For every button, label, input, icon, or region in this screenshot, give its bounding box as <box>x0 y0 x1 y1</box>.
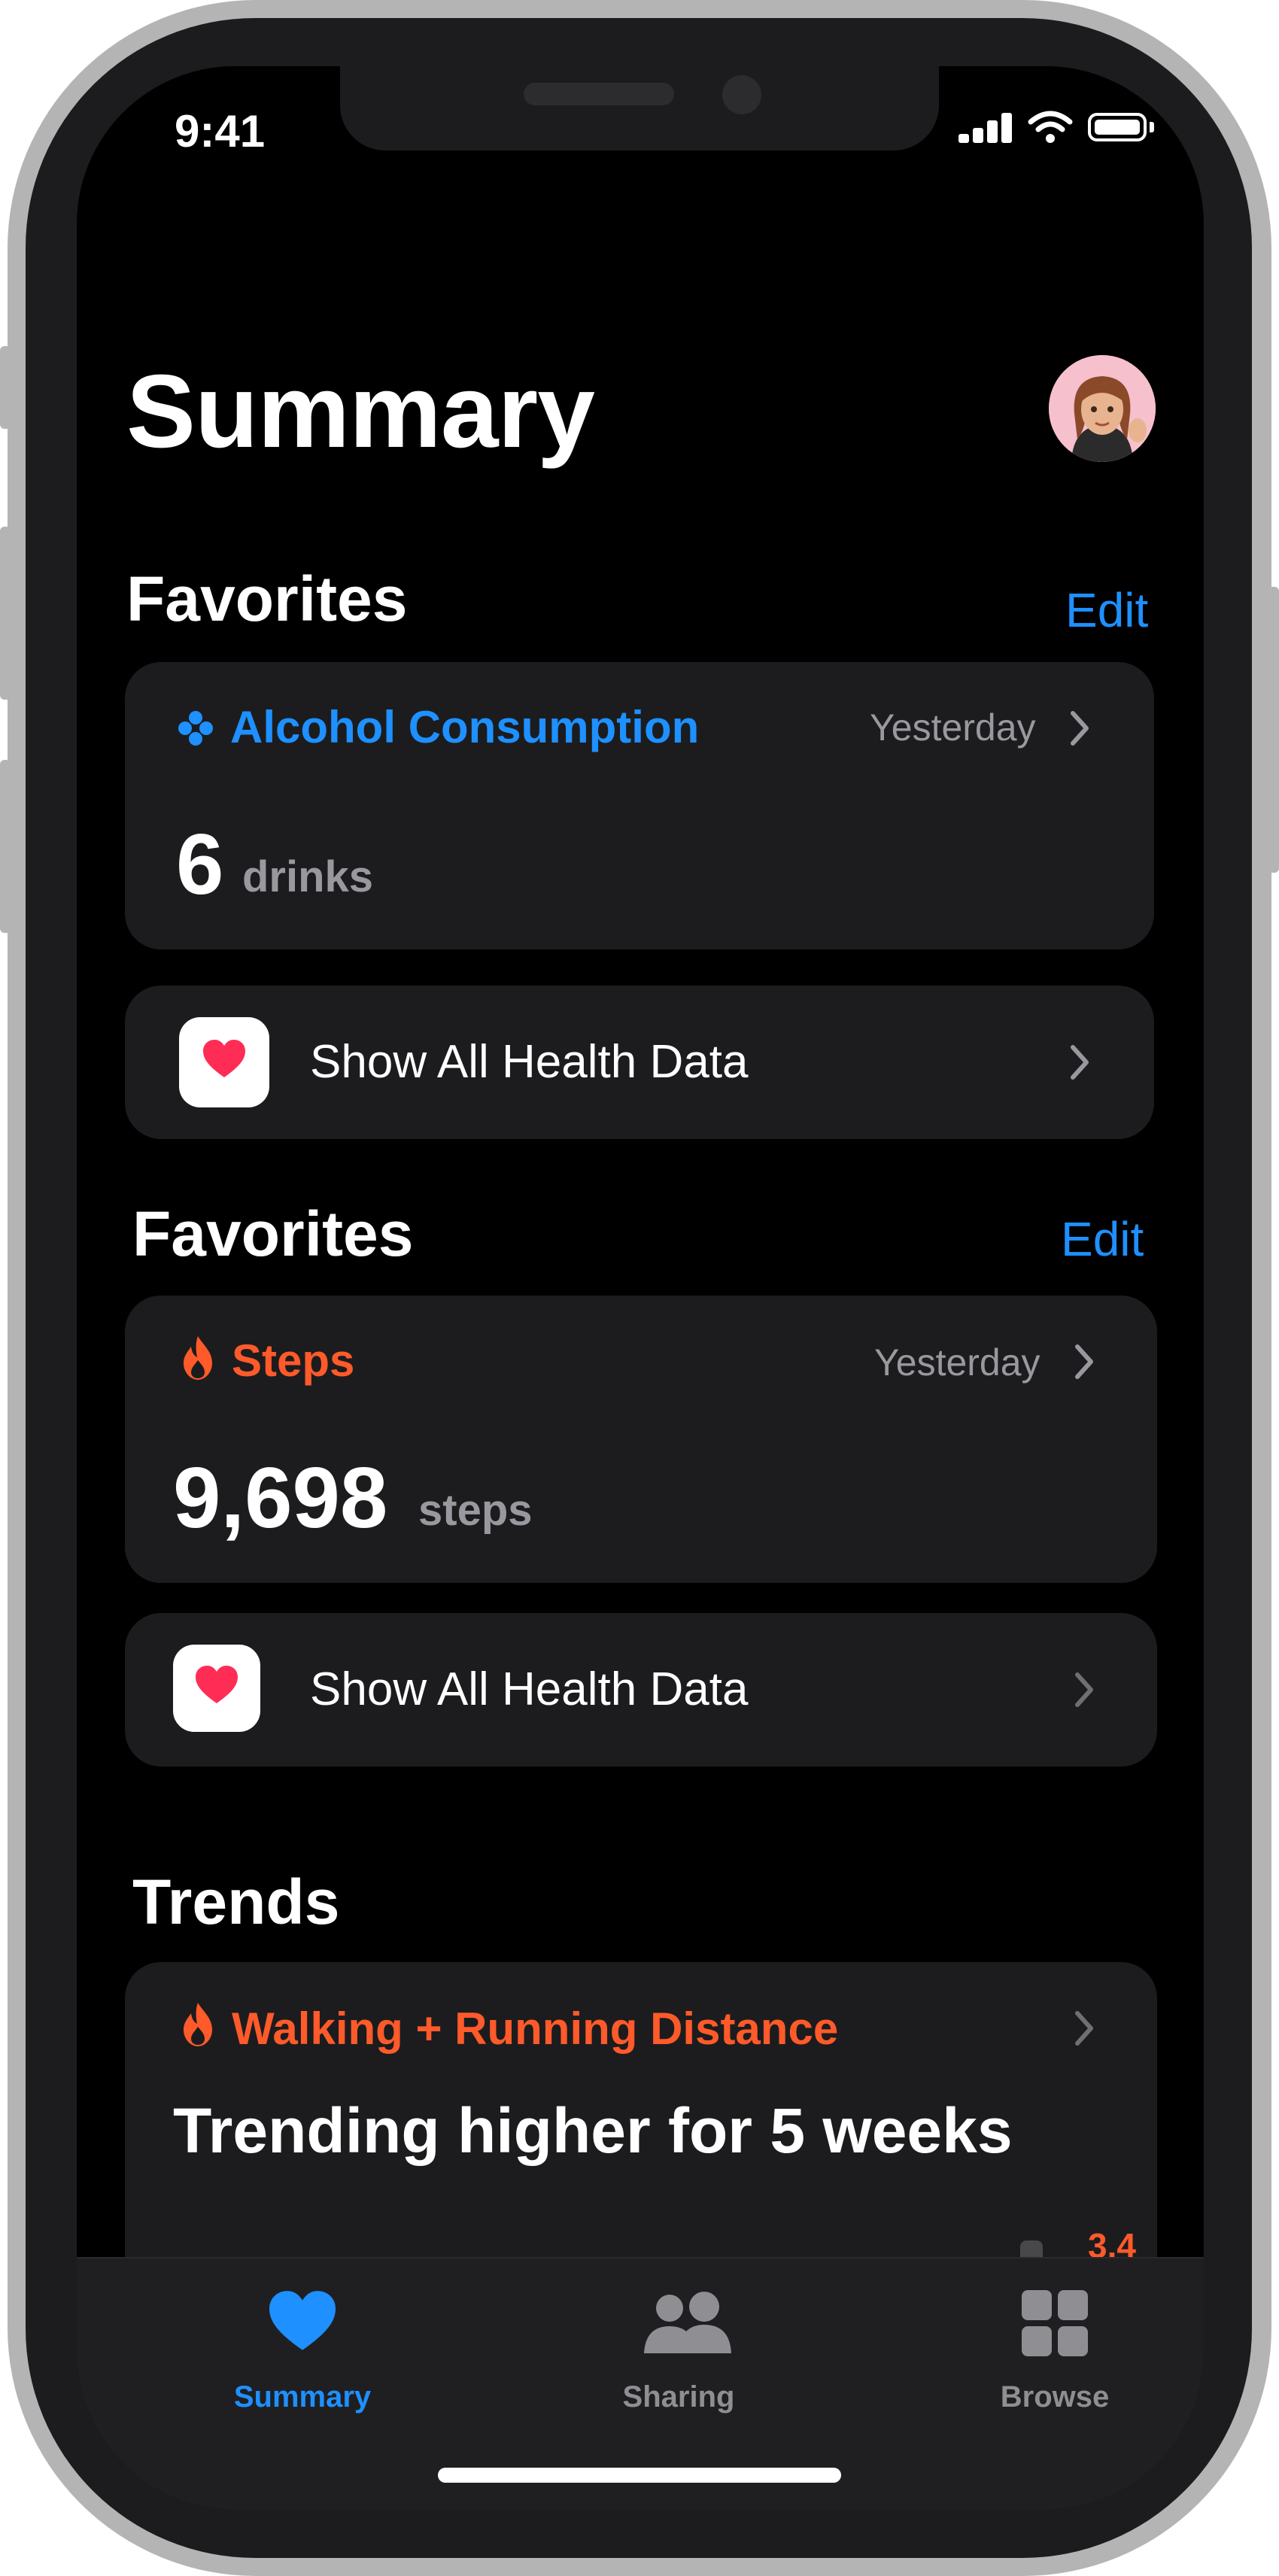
trends-section-title: Trends <box>132 1867 340 1937</box>
chevron-right-icon <box>1075 1344 1093 1379</box>
card-title: Steps <box>232 1335 355 1386</box>
screen: 9:41 Summary Favorites Edit Alcohol Cons… <box>77 66 1204 2510</box>
notch <box>340 66 939 150</box>
profile-avatar[interactable] <box>1049 355 1156 462</box>
heart-icon <box>196 1666 238 1703</box>
card-title: Alcohol Consumption <box>230 702 700 752</box>
card-unit: drinks <box>242 852 374 901</box>
show-all-label: Show All Health Data <box>310 1663 749 1715</box>
page-title: Summary <box>126 354 595 469</box>
heart-icon <box>203 1040 245 1077</box>
card-title: Walking + Running Distance <box>232 2003 839 2054</box>
volume-up-button <box>0 527 11 700</box>
alcohol-consumption-card[interactable]: Alcohol Consumption Yesterday 6 drinks <box>125 662 1154 949</box>
tab-sharing[interactable]: Sharing <box>566 2274 791 2432</box>
card-date: Yesterday <box>874 1341 1041 1384</box>
tab-browse[interactable]: Browse <box>942 2274 1168 2432</box>
card-date: Yesterday <box>870 706 1036 749</box>
favorites-section-title: Favorites <box>126 564 408 634</box>
show-all-label: Show All Health Data <box>310 1036 749 1088</box>
home-indicator[interactable] <box>438 2468 841 2483</box>
volume-down-button <box>0 760 11 933</box>
grid-icon <box>1022 2290 1088 2356</box>
clinical-cross-icon <box>178 711 213 746</box>
flame-icon <box>184 1336 212 1380</box>
favorites-section-title: Favorites <box>132 1198 414 1269</box>
card-unit: steps <box>418 1486 533 1535</box>
status-time: 9:41 <box>175 106 266 156</box>
card-value: 9,698 <box>173 1451 388 1546</box>
cellular-signal-icon <box>958 113 1012 143</box>
tab-label: Summary <box>233 2380 372 2413</box>
show-all-health-data-row[interactable]: Show All Health Data <box>125 1613 1157 1766</box>
chevron-right-icon <box>1071 711 1089 746</box>
chevron-right-icon <box>1071 1045 1089 1080</box>
trend-headline: Trending higher for 5 weeks <box>173 2095 1013 2166</box>
front-camera <box>722 75 761 114</box>
speaker <box>524 83 674 105</box>
favorites-edit-link[interactable]: Edit <box>1065 582 1148 638</box>
health-app-icon <box>179 1017 269 1107</box>
tab-summary[interactable]: Summary <box>190 2274 415 2432</box>
power-button <box>1268 587 1279 873</box>
memoji-icon <box>1049 355 1156 462</box>
show-all-health-data-row[interactable]: Show All Health Data <box>125 986 1154 1139</box>
people-icon <box>644 2292 731 2353</box>
chevron-right-icon <box>1075 1672 1093 1707</box>
heart-icon <box>269 2291 336 2350</box>
chevron-right-icon <box>1075 2011 1093 2046</box>
card-value: 6 <box>176 817 224 913</box>
tab-label: Sharing <box>622 2380 735 2413</box>
tab-label: Browse <box>1000 2380 1110 2413</box>
silent-switch <box>0 346 11 429</box>
favorites-edit-link[interactable]: Edit <box>1061 1211 1144 1267</box>
health-app-icon <box>173 1645 260 1732</box>
wifi-icon <box>1028 111 1073 143</box>
flame-icon <box>184 2003 212 2046</box>
steps-card[interactable]: Steps Yesterday 9,698 steps <box>125 1296 1157 1583</box>
